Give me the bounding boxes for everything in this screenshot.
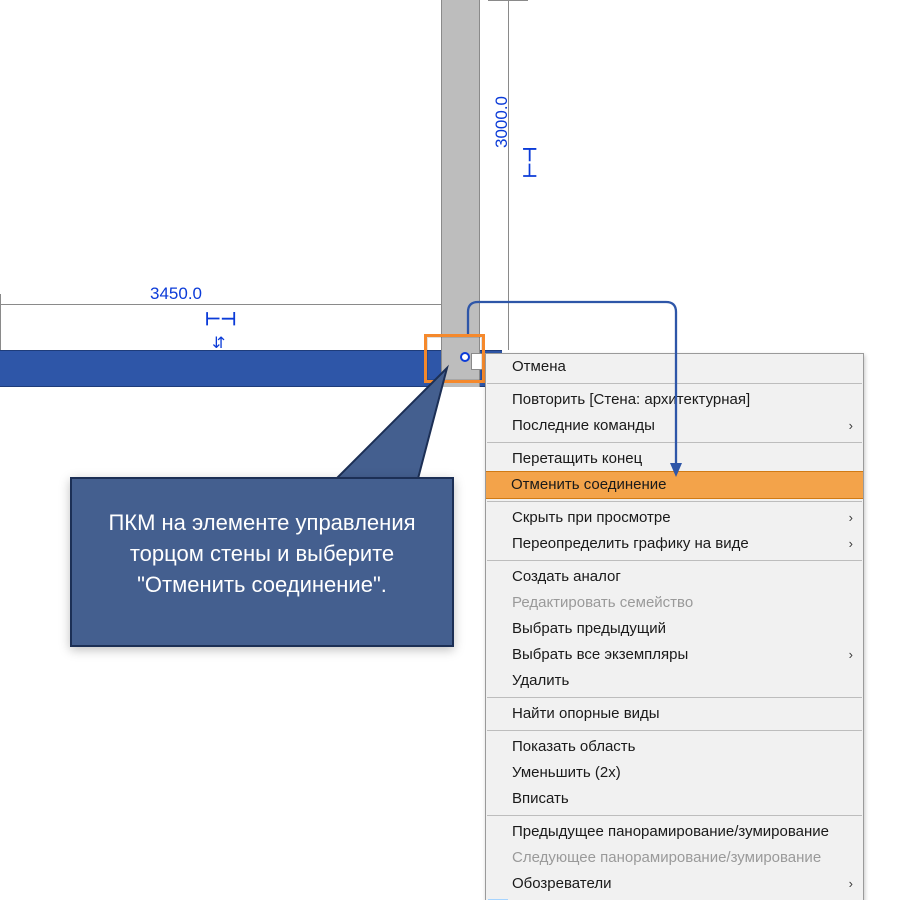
menu-item[interactable]: Перетащить конец xyxy=(486,446,863,472)
dimension-label-horizontal[interactable]: 3450.0 xyxy=(150,284,202,304)
menu-item[interactable]: Создать аналог xyxy=(486,564,863,590)
menu-separator xyxy=(487,560,862,561)
menu-separator xyxy=(487,815,862,816)
menu-item-label: Выбрать предыдущий xyxy=(512,620,666,637)
menu-item-label: Последние команды xyxy=(512,417,655,434)
menu-item-label: Выбрать все экземпляры xyxy=(512,646,688,663)
menu-item-label: Следующее панорамирование/зумирование xyxy=(512,849,821,866)
menu-item-label: Показать область xyxy=(512,738,635,755)
menu-item[interactable]: Удалить xyxy=(486,668,863,694)
menu-item[interactable]: Уменьшить (2x) xyxy=(486,760,863,786)
dimension-witness-line xyxy=(508,0,509,350)
menu-item[interactable]: Выбрать предыдущий xyxy=(486,616,863,642)
context-menu: Отмена Повторить [Стена: архитектурная] По… xyxy=(485,353,864,900)
menu-item[interactable]: Отменить соединение xyxy=(486,471,863,499)
submenu-arrow-icon: › xyxy=(849,642,853,668)
menu-item[interactable]: Повторить [Стена: архитектурная] xyxy=(486,387,863,413)
menu-item-label: Повторить [Стена: архитектурная] xyxy=(512,391,750,408)
callout-text: ПКМ на элементе управления торцом стены … xyxy=(108,510,421,597)
menu-separator xyxy=(487,730,862,731)
callout-bubble: ПКМ на элементе управления торцом стены … xyxy=(70,477,454,647)
submenu-arrow-icon: › xyxy=(849,505,853,531)
submenu-arrow-icon: › xyxy=(849,531,853,557)
menu-item[interactable]: Выбрать все экземпляры › xyxy=(486,642,863,668)
menu-item-label: Создать аналог xyxy=(512,568,621,585)
menu-item-label: Перетащить конец xyxy=(512,450,642,467)
menu-item-label: Переопределить графику на виде xyxy=(512,535,749,552)
menu-item[interactable]: Показать область xyxy=(486,734,863,760)
menu-item-label: Найти опорные виды xyxy=(512,705,660,722)
dimension-label-vertical[interactable]: 3000.0 xyxy=(492,96,512,148)
submenu-arrow-icon: › xyxy=(849,413,853,439)
menu-item[interactable]: Скрыть при просмотре › xyxy=(486,505,863,531)
wall-vertical-edge xyxy=(479,0,480,387)
menu-separator xyxy=(487,501,862,502)
menu-separator xyxy=(487,442,862,443)
dimension-handle-icon[interactable]: ⊢⊣ xyxy=(205,309,236,330)
menu-item[interactable]: Отмена xyxy=(486,354,863,380)
menu-item-label: Вписать xyxy=(512,790,569,807)
menu-item-label: Удалить xyxy=(512,672,569,689)
annotation-highlight-box xyxy=(424,334,485,383)
menu-item[interactable]: Предыдущее панорамирование/зумирование xyxy=(486,819,863,845)
drawing-canvas[interactable]: 3450.0 3000.0 ⊢⊣ ⊢⊣ ⇵ Отмена Повторить [С… xyxy=(0,0,900,900)
menu-item: Следующее панорамирование/зумирование xyxy=(486,845,863,871)
menu-item[interactable]: Обозреватели › xyxy=(486,871,863,897)
flip-arrows-icon[interactable]: ⇵ xyxy=(212,333,223,353)
menu-item-label: Обозреватели xyxy=(512,875,612,892)
dimension-witness-tick xyxy=(488,0,528,1)
menu-item-label: Скрыть при просмотре xyxy=(512,509,671,526)
wall-vertical[interactable] xyxy=(441,0,479,387)
menu-item-label: Редактировать семейство xyxy=(512,594,693,611)
dimension-witness-tick xyxy=(0,294,1,350)
dimension-witness-line xyxy=(0,304,441,305)
menu-separator xyxy=(487,697,862,698)
menu-item-label: Уменьшить (2x) xyxy=(512,764,621,781)
menu-item[interactable]: Переопределить графику на виде › xyxy=(486,531,863,557)
menu-item-label: Отменить соединение xyxy=(511,476,667,493)
menu-item[interactable]: Последние команды › xyxy=(486,413,863,439)
submenu-arrow-icon: › xyxy=(849,871,853,897)
menu-item-label: Предыдущее панорамирование/зумирование xyxy=(512,823,829,840)
menu-separator xyxy=(487,383,862,384)
menu-item[interactable]: Вписать xyxy=(486,786,863,812)
menu-item[interactable]: Найти опорные виды xyxy=(486,701,863,727)
menu-item: Редактировать семейство xyxy=(486,590,863,616)
menu-item-label: Отмена xyxy=(512,358,566,375)
dimension-handle-icon[interactable]: ⊢⊣ xyxy=(520,147,541,178)
